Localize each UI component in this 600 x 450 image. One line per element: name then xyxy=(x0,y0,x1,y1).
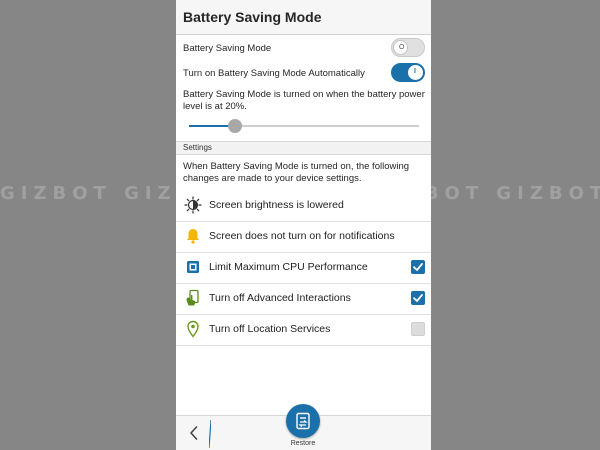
chevron-left-icon[interactable] xyxy=(186,424,202,442)
page-title: Battery Saving Mode xyxy=(183,9,322,25)
list-item-cpu-performance[interactable]: Limit Maximum CPU Performance xyxy=(176,252,431,284)
list-item-location-services[interactable]: Turn off Location Services xyxy=(176,314,431,346)
battery-level-slider[interactable] xyxy=(189,119,419,133)
auto-battery-saving-label: Turn on Battery Saving Mode Automaticall… xyxy=(183,68,365,79)
toggle-on-mark: I xyxy=(414,68,416,75)
settings-description: When Battery Saving Mode is turned on, t… xyxy=(183,161,410,184)
checkmark-icon xyxy=(413,263,423,271)
settings-header-label: Settings xyxy=(183,143,212,152)
list-item-screen-brightness: Screen brightness is lowered xyxy=(176,190,431,222)
location-services-checkbox[interactable] xyxy=(411,322,425,336)
battery-saving-mode-toggle[interactable]: O xyxy=(391,38,425,57)
list-item-advanced-interactions[interactable]: Turn off Advanced Interactions xyxy=(176,283,431,315)
advanced-interactions-checkbox[interactable] xyxy=(411,291,425,305)
checkmark-icon xyxy=(413,294,423,302)
location-pin-icon xyxy=(187,320,199,338)
restore-label: Restore xyxy=(290,440,316,447)
toggle-knob: I xyxy=(408,65,423,80)
item-label: Turn off Location Services xyxy=(209,323,331,335)
auto-battery-saving-toggle[interactable]: I xyxy=(391,63,425,82)
toggle-knob: O xyxy=(393,40,408,55)
slider-thumb[interactable] xyxy=(228,119,242,133)
phone-screen: Battery Saving Mode Battery Saving Mode … xyxy=(176,0,431,450)
cpu-performance-checkbox[interactable] xyxy=(411,260,425,274)
settings-section-header: Settings xyxy=(176,141,431,155)
cpu-icon xyxy=(187,261,199,273)
item-label: Screen does not turn on for notification… xyxy=(209,230,395,242)
bar-divider xyxy=(209,420,211,448)
title-bar: Battery Saving Mode xyxy=(176,0,431,35)
item-label: Turn off Advanced Interactions xyxy=(209,292,351,304)
gesture-icon xyxy=(186,289,199,306)
bell-icon xyxy=(186,229,200,244)
list-item-notifications: Screen does not turn on for notification… xyxy=(176,221,431,253)
restore-button[interactable] xyxy=(286,404,320,438)
toggle-off-mark: O xyxy=(399,44,405,51)
battery-saving-mode-label: Battery Saving Mode xyxy=(183,43,272,54)
restore-icon xyxy=(296,412,310,430)
item-label: Screen brightness is lowered xyxy=(209,199,344,211)
brightness-icon xyxy=(184,196,202,214)
item-label: Limit Maximum CPU Performance xyxy=(209,261,368,273)
threshold-description: Battery Saving Mode is turned on when th… xyxy=(183,89,425,112)
